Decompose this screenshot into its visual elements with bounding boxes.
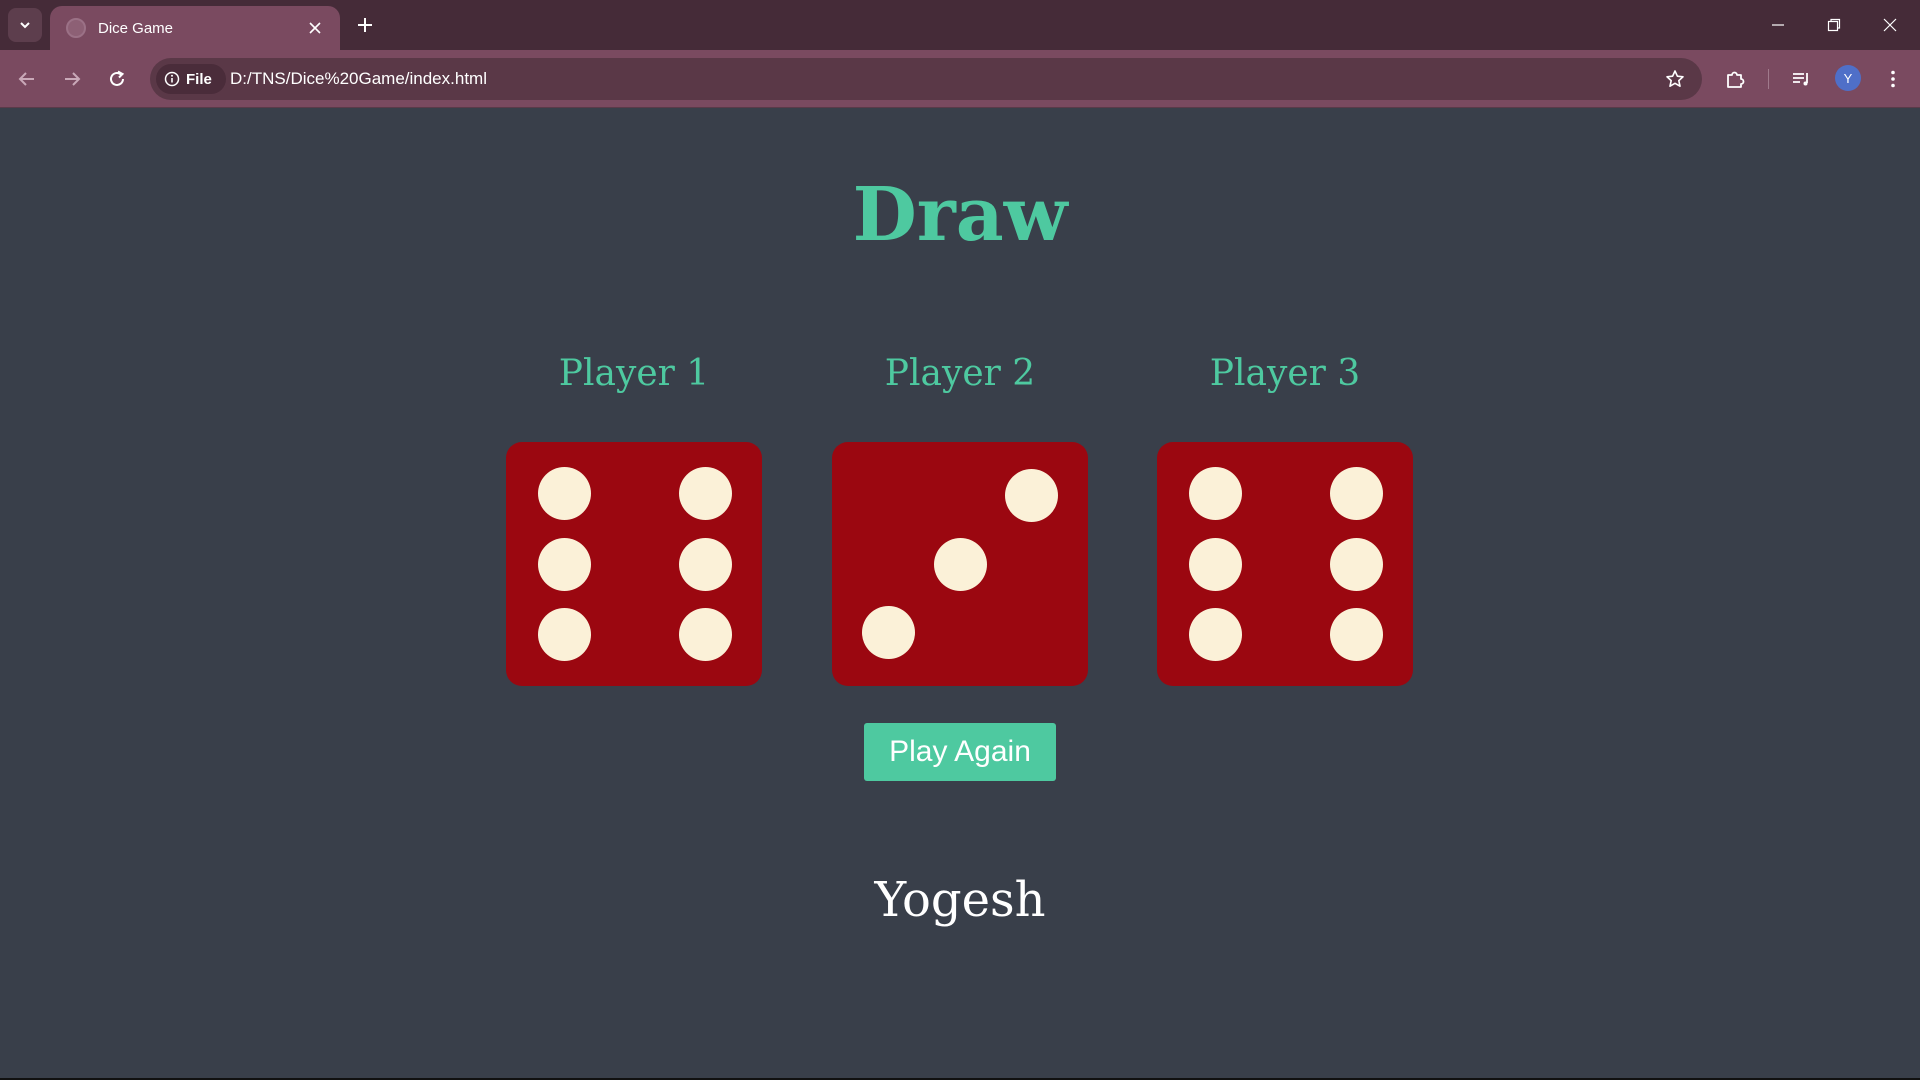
play-again-button[interactable]: Play Again: [864, 723, 1056, 781]
footer-name: Yogesh: [874, 872, 1046, 928]
browser-menu-button[interactable]: [1876, 62, 1910, 96]
close-icon: [1883, 18, 1897, 32]
back-button[interactable]: [10, 62, 44, 96]
die-pip: [679, 608, 733, 662]
restore-button[interactable]: [1806, 0, 1862, 50]
restore-icon: [1827, 18, 1841, 32]
player-2-column: Player 2: [832, 344, 1088, 404]
die-pip: [538, 466, 592, 520]
tab-search-button[interactable]: [8, 8, 42, 42]
die-pip: [1330, 608, 1384, 662]
die-pip: [679, 466, 733, 520]
puzzle-icon: [1727, 71, 1745, 88]
die-pip: [1189, 608, 1243, 662]
result-heading: Draw: [852, 172, 1068, 258]
player-2-die: [832, 442, 1088, 686]
close-icon: [309, 22, 321, 34]
window-close-button[interactable]: [1862, 0, 1918, 50]
tab-title: Dice Game: [98, 19, 174, 37]
reload-button[interactable]: [100, 62, 134, 96]
new-tab-button[interactable]: [350, 10, 380, 40]
die-pip: [538, 608, 592, 662]
extensions-button[interactable]: [1718, 62, 1752, 96]
toolbar-divider: [1768, 69, 1769, 89]
player-2-label: Player 2: [884, 353, 1036, 394]
arrow-right-icon: [65, 72, 81, 86]
die-pip: [1330, 537, 1384, 591]
die-pip: [538, 537, 592, 591]
die-pip: [1189, 537, 1243, 591]
media-controls-button[interactable]: [1784, 62, 1818, 96]
die-pip: [1330, 466, 1384, 520]
player-3-die: [1157, 442, 1413, 686]
chevron-down-icon: [20, 22, 30, 29]
arrow-left-icon: [18, 72, 34, 86]
browser-tab[interactable]: Dice Game: [50, 6, 340, 50]
player-1-die: [506, 442, 762, 686]
info-icon: [164, 71, 180, 87]
tab-close-button[interactable]: [302, 15, 328, 41]
media-queue-icon: [1793, 73, 1808, 86]
site-info-chip[interactable]: File: [156, 64, 226, 94]
plus-icon: [358, 18, 372, 32]
die-pip: [861, 605, 915, 659]
star-icon: [1666, 70, 1684, 87]
profile-avatar[interactable]: Y: [1835, 65, 1861, 91]
bookmark-button[interactable]: [1660, 64, 1690, 94]
player-1-label: Player 1: [558, 353, 710, 394]
minimize-button[interactable]: [1750, 0, 1806, 50]
die-pip: [1189, 466, 1243, 520]
forward-button[interactable]: [55, 62, 89, 96]
url-text[interactable]: D:/TNS/Dice%20Game/index.html: [230, 58, 487, 100]
address-bar[interactable]: File D:/TNS/Dice%20Game/index.html: [150, 58, 1702, 100]
site-info-label: File: [186, 70, 212, 88]
minimize-icon: [1772, 24, 1784, 26]
player-1-column: Player 1: [506, 344, 762, 404]
die-pip: [679, 537, 733, 591]
page-content: Draw Player 1 Player 2 Player 3 Play Aga…: [0, 108, 1920, 1080]
globe-icon: [66, 18, 86, 38]
browser-toolbar: File D:/TNS/Dice%20Game/index.html Y: [0, 50, 1920, 108]
reload-icon: [110, 70, 125, 86]
die-pip: [1005, 469, 1059, 523]
player-3-label: Player 3: [1209, 353, 1361, 394]
more-vert-icon: [1891, 70, 1895, 88]
die-pip: [933, 537, 987, 591]
tab-strip: Dice Game: [0, 0, 1920, 50]
player-3-column: Player 3: [1157, 344, 1413, 404]
